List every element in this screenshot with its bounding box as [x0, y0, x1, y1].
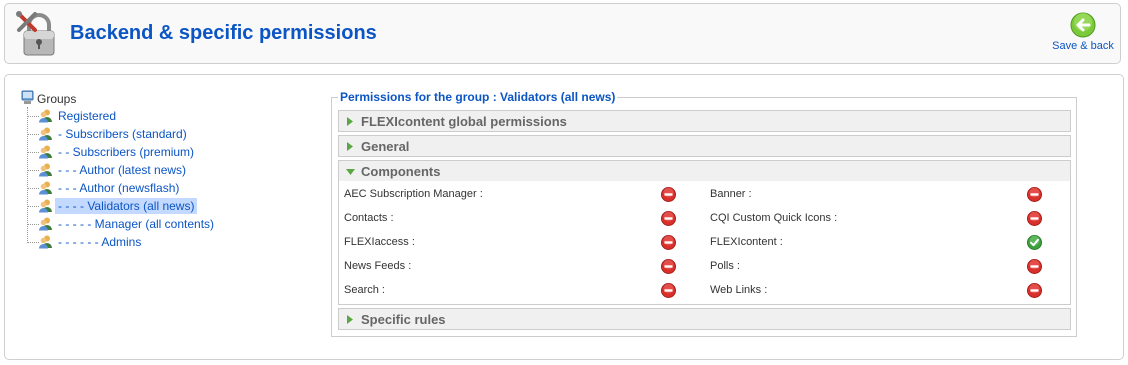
tree-item-validators-all-news[interactable]: - - - - Validators (all news) [19, 197, 319, 215]
user-group-icon [39, 163, 52, 177]
tree-item-admins[interactable]: - - - - - - Admins [19, 233, 319, 251]
permission-label: News Feeds : [344, 260, 412, 272]
save-and-back-button[interactable]: Save & back [1050, 12, 1116, 58]
panel-title: Components [361, 164, 441, 179]
denied-icon[interactable] [661, 187, 676, 202]
permission-label: CQI Custom Quick Icons : [710, 212, 838, 224]
user-group-icon [39, 127, 52, 141]
permission-label: Web Links : [710, 284, 768, 296]
panel-components: Components AEC Subscription Manager : Ba… [338, 160, 1071, 305]
denied-icon[interactable] [661, 283, 676, 298]
user-group-icon [39, 109, 52, 123]
collapse-arrow-icon [346, 169, 355, 175]
denied-icon[interactable] [661, 235, 676, 250]
tree-item-manager-all-contents[interactable]: - - - - - Manager (all contents) [19, 215, 319, 233]
panel-title: FLEXIcontent global permissions [361, 114, 567, 129]
user-group-icon [39, 217, 52, 231]
groups-root-label: Groups [37, 92, 77, 106]
tree-item-subscribers-standard[interactable]: - Subscribers (standard) [19, 125, 319, 143]
tree-item-subscribers-premium[interactable]: - - Subscribers (premium) [19, 143, 319, 161]
expand-arrow-icon [347, 142, 353, 151]
groups-root: Groups [19, 89, 319, 107]
panel-header[interactable]: General [339, 136, 1070, 156]
page-title: Backend & specific permissions [70, 22, 377, 44]
page-header: Backend & specific permissions Save & ba… [4, 3, 1121, 64]
panel-flexicontent-global[interactable]: FLEXIcontent global permissions [338, 110, 1071, 132]
panel-general[interactable]: General [338, 135, 1071, 157]
denied-icon[interactable] [661, 211, 676, 226]
user-group-icon [39, 181, 52, 195]
permissions-fieldset: FLEXIcontent global permissions General … [331, 97, 1077, 337]
panel-specific-rules[interactable]: Specific rules [338, 308, 1071, 330]
back-arrow-icon [1070, 12, 1096, 38]
permission-label: Contacts : [344, 212, 394, 224]
permissions-legend: Permissions for the group : Validators (… [338, 90, 618, 104]
panel-title: General [361, 139, 410, 154]
denied-icon[interactable] [1027, 187, 1042, 202]
tree-item-author-latest-news[interactable]: - - - Author (latest news) [19, 161, 319, 179]
user-group-icon [39, 235, 52, 249]
permission-label: FLEXIcontent : [710, 236, 783, 248]
panel-header[interactable]: FLEXIcontent global permissions [339, 111, 1070, 131]
tree-item-label[interactable]: - - - - - Manager (all contents) [55, 216, 217, 232]
tree-item-label[interactable]: Registered [55, 108, 119, 124]
denied-icon[interactable] [1027, 283, 1042, 298]
components-permissions-grid: AEC Subscription Manager : Banner : Cont… [339, 181, 1070, 302]
denied-icon[interactable] [1027, 259, 1042, 274]
panel-header[interactable]: Components [339, 161, 1070, 181]
user-group-icon [39, 199, 52, 213]
denied-icon[interactable] [1027, 211, 1042, 226]
permission-label: Search : [344, 284, 385, 296]
permission-label: AEC Subscription Manager : [344, 188, 483, 200]
tree-item-label[interactable]: - - Subscribers (premium) [55, 144, 197, 160]
tree-item-registered[interactable]: Registered [19, 107, 319, 125]
tree-item-label-selected[interactable]: - - - - Validators (all news) [55, 198, 198, 214]
permissions-lock-icon [16, 11, 55, 56]
tree-item-label[interactable]: - Subscribers (standard) [55, 126, 190, 142]
tree-item-author-newsflash[interactable]: - - - Author (newsflash) [19, 179, 319, 197]
permission-label: FLEXIaccess : [344, 236, 415, 248]
user-group-icon [39, 145, 52, 159]
tree-item-label[interactable]: - - - Author (newsflash) [55, 180, 182, 196]
panel-header[interactable]: Specific rules [339, 309, 1070, 329]
main-panel: Groups Registered - Subscribers (standar… [4, 74, 1124, 360]
expand-arrow-icon [347, 117, 353, 126]
permission-label: Banner : [710, 188, 752, 200]
tree-item-label[interactable]: - - - Author (latest news) [55, 162, 189, 178]
expand-arrow-icon [347, 315, 353, 324]
groups-folder-icon [21, 90, 34, 104]
groups-tree: Groups Registered - Subscribers (standar… [19, 89, 319, 251]
save-and-back-label: Save & back [1052, 40, 1114, 52]
allowed-check-icon[interactable] [1027, 235, 1042, 250]
panel-title: Specific rules [361, 312, 446, 327]
denied-icon[interactable] [661, 259, 676, 274]
tree-item-label[interactable]: - - - - - - Admins [55, 234, 144, 250]
permission-label: Polls : [710, 260, 740, 272]
